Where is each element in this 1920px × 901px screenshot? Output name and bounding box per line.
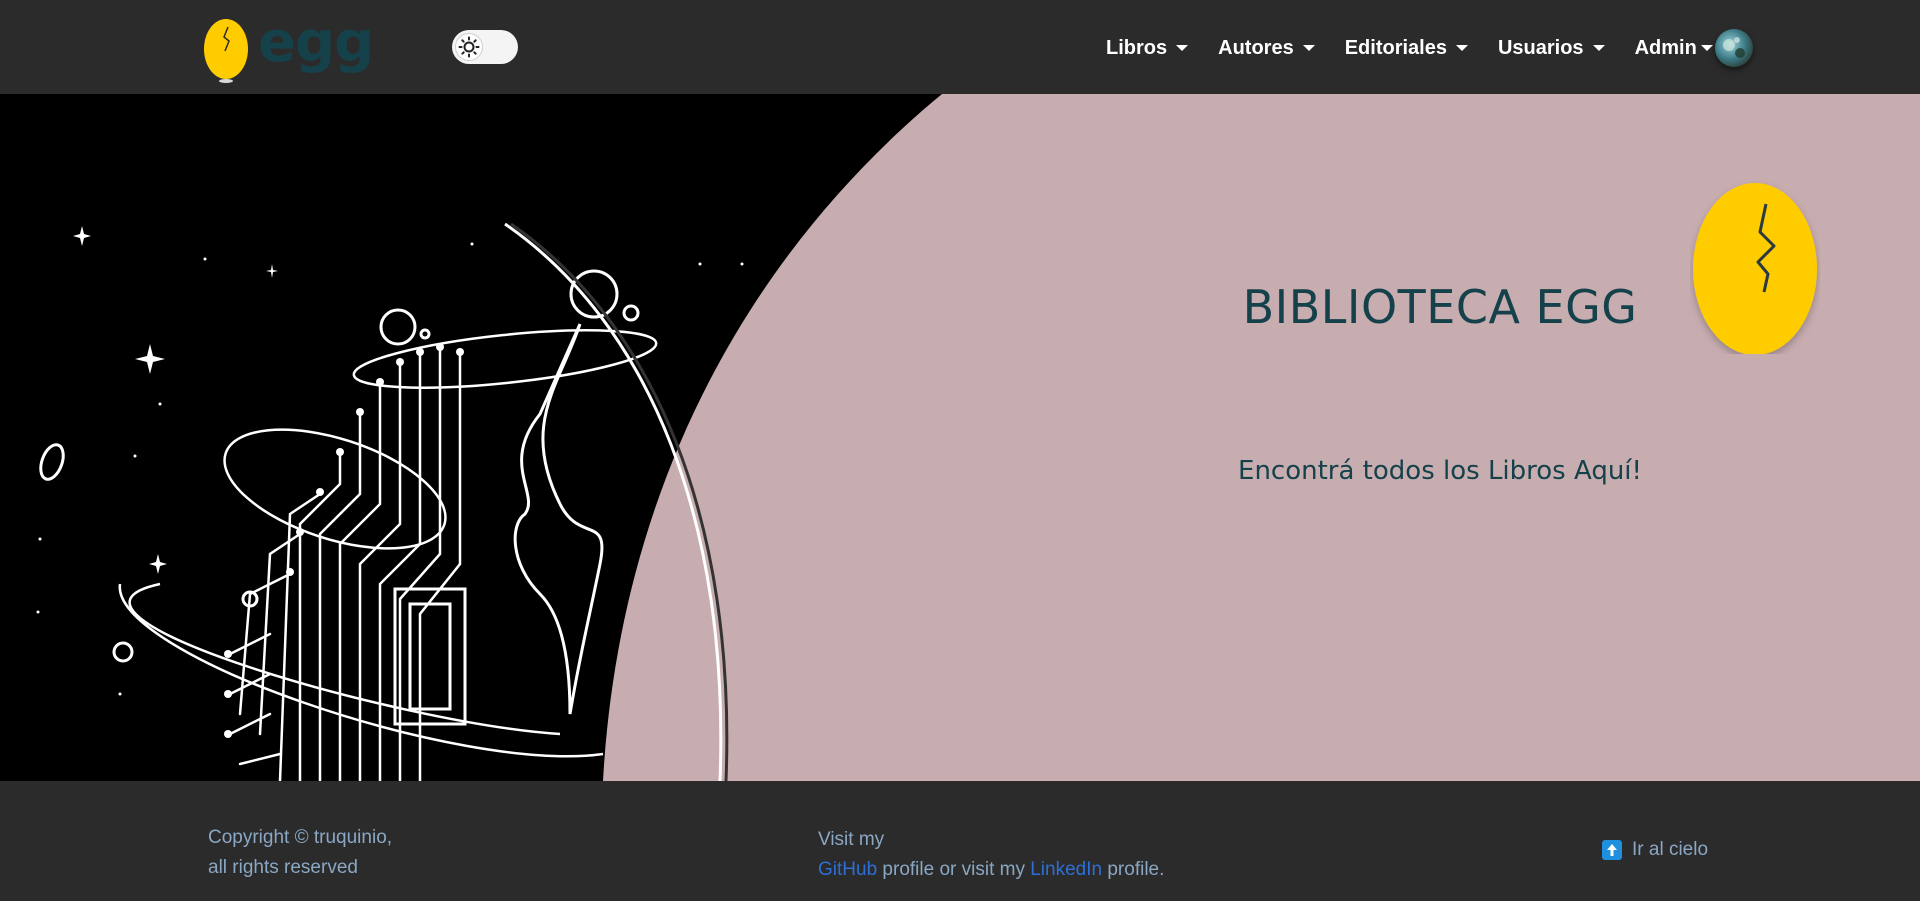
copyright-line: Copyright © truquinio, — [208, 827, 393, 848]
up-arrow-icon — [1602, 840, 1622, 860]
hero-subtitle: Encontrá todos los Libros Aquí! — [1238, 456, 1642, 486]
nav-label: Admin — [1634, 36, 1697, 59]
hero-title: BIBLIOTECA EGG — [1242, 280, 1638, 334]
caret-down-icon — [1455, 45, 1468, 51]
avatar[interactable] — [1714, 29, 1753, 67]
nav-label: Autores — [1218, 36, 1294, 59]
caret-down-icon — [1592, 45, 1605, 51]
brand-logo[interactable]: egg — [202, 10, 374, 84]
nav-dropdown-usuarios[interactable]: Usuarios — [1498, 37, 1605, 60]
github-link[interactable]: GitHub — [818, 859, 877, 880]
copyright-line: all rights reserved — [208, 857, 358, 878]
copyright-text: Copyright © truquinio, all rights reserv… — [208, 823, 392, 883]
back-to-top-link[interactable]: Ir al cielo — [1602, 839, 1708, 861]
brand-text: egg — [258, 10, 374, 75]
visit-text: Visit my — [818, 829, 885, 850]
nav-menu: Libros Autores Editoriales Usuarios Admi… — [1106, 28, 1753, 68]
nav-label: Editoriales — [1344, 36, 1447, 59]
nav-dropdown-libros[interactable]: Libros — [1106, 36, 1189, 60]
sun-icon — [455, 33, 483, 61]
egg-logo-icon — [204, 19, 248, 83]
nav-label: Usuarios — [1497, 36, 1584, 59]
cracked-egg-icon — [1693, 183, 1817, 354]
caret-down-icon — [1700, 45, 1713, 51]
social-text: profile. — [1102, 859, 1165, 880]
nav-label: Libros — [1106, 36, 1168, 59]
space-circuit-illustration — [0, 94, 942, 781]
nav-dropdown-editoriales[interactable]: Editoriales — [1345, 37, 1468, 60]
navbar: egg Libros Autores Editoriales Usuarios … — [0, 0, 1920, 94]
nav-dropdown-admin[interactable]: Admin — [1635, 29, 1753, 67]
back-to-top-label: Ir al cielo — [1632, 839, 1709, 860]
theme-toggle[interactable] — [452, 30, 518, 64]
caret-down-icon — [1302, 45, 1315, 51]
social-text: profile or visit my — [877, 859, 1031, 880]
nav-dropdown-autores[interactable]: Autores — [1218, 37, 1315, 60]
caret-down-icon — [1176, 45, 1189, 51]
footer: Copyright © truquinio, all rights reserv… — [0, 781, 1920, 901]
hero-banner: BIBLIOTECA EGG Encontrá todos los Libros… — [0, 94, 1920, 781]
social-links: Visit my GitHub profile or visit my Link… — [818, 825, 1164, 885]
linkedin-link[interactable]: LinkedIn — [1030, 859, 1102, 880]
